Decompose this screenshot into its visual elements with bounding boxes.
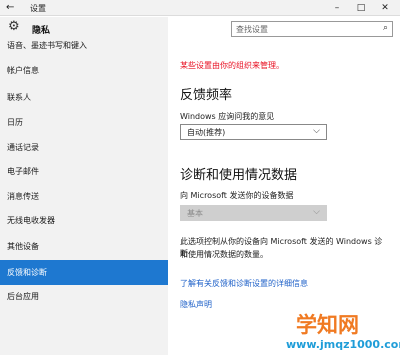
close-button[interactable]: ✕ (374, 1, 396, 15)
sidebar-item-feedback-diagnostics[interactable]: 反馈和诊断 (0, 260, 168, 285)
sidebar-item-email[interactable]: 电子邮件 (0, 160, 168, 184)
search-icon[interactable]: ⌕ (383, 23, 388, 33)
diagnostics-description-line-2: 和使用情况数据的数量。 (180, 250, 268, 259)
sidebar-item-radios[interactable]: 无线电收发器 (0, 209, 168, 233)
back-arrow-icon[interactable]: ← (6, 2, 14, 13)
sidebar-item-other-devices[interactable]: 其他设备 (0, 235, 168, 259)
learn-more-link[interactable]: 了解有关反馈和诊断设置的详细信息 (180, 278, 308, 289)
diagnostics-heading: 诊断和使用情况数据 (180, 168, 298, 183)
title-bar: ← 设置 – □ ✕ (0, 0, 400, 16)
feedback-frequency-value: 自动(推荐) (187, 128, 226, 137)
gear-icon: ⚙ (8, 19, 20, 34)
sidebar-item-call-history[interactable]: 通话记录 (0, 136, 168, 160)
privacy-statement-link[interactable]: 隐私声明 (180, 299, 212, 310)
window-title: 设置 (30, 4, 46, 13)
watermark-url: www.jmqz1000.com (286, 338, 400, 351)
search-input[interactable]: 查找设置 ⌕ (231, 21, 393, 37)
diagnostics-select[interactable]: 基本 ⌵ (180, 205, 327, 221)
search-placeholder: 查找设置 (236, 25, 268, 34)
chevron-down-icon: ⌵ (313, 126, 320, 136)
sidebar-item-messaging[interactable]: 消息传送 (0, 185, 168, 209)
sidebar-item-calendar[interactable]: 日历 (0, 111, 168, 135)
sidebar-item-account-info[interactable]: 帐户信息 (0, 59, 168, 83)
sidebar: ⚙ 隐私 语音、墨迹书写和键入 帐户信息 联系人 日历 通话记录 电子邮件 消息… (0, 17, 168, 355)
watermark-title: 学知网 (296, 313, 359, 337)
sidebar-item-contacts[interactable]: 联系人 (0, 86, 168, 110)
diagnostics-label: 向 Microsoft 发送你的设备数据 (180, 191, 294, 200)
sidebar-item-background-apps[interactable]: 后台应用 (0, 285, 168, 309)
diagnostics-value: 基本 (187, 209, 203, 218)
maximize-button[interactable]: □ (350, 1, 372, 15)
feedback-frequency-heading: 反馈频率 (180, 88, 233, 103)
chevron-down-icon: ⌵ (313, 207, 320, 217)
sidebar-item-speech-inking-typing[interactable]: 语音、墨迹书写和键入 (0, 35, 168, 57)
minimize-button[interactable]: – (326, 1, 348, 15)
watermark-logo: 学知网 www.jmqz1000.com (282, 307, 400, 355)
feedback-frequency-label: Windows 应询问我的意见 (180, 112, 275, 121)
managed-by-org-notice: 某些设置由你的组织来管理。 (180, 61, 284, 70)
feedback-frequency-select[interactable]: 自动(推荐) ⌵ (180, 124, 327, 140)
